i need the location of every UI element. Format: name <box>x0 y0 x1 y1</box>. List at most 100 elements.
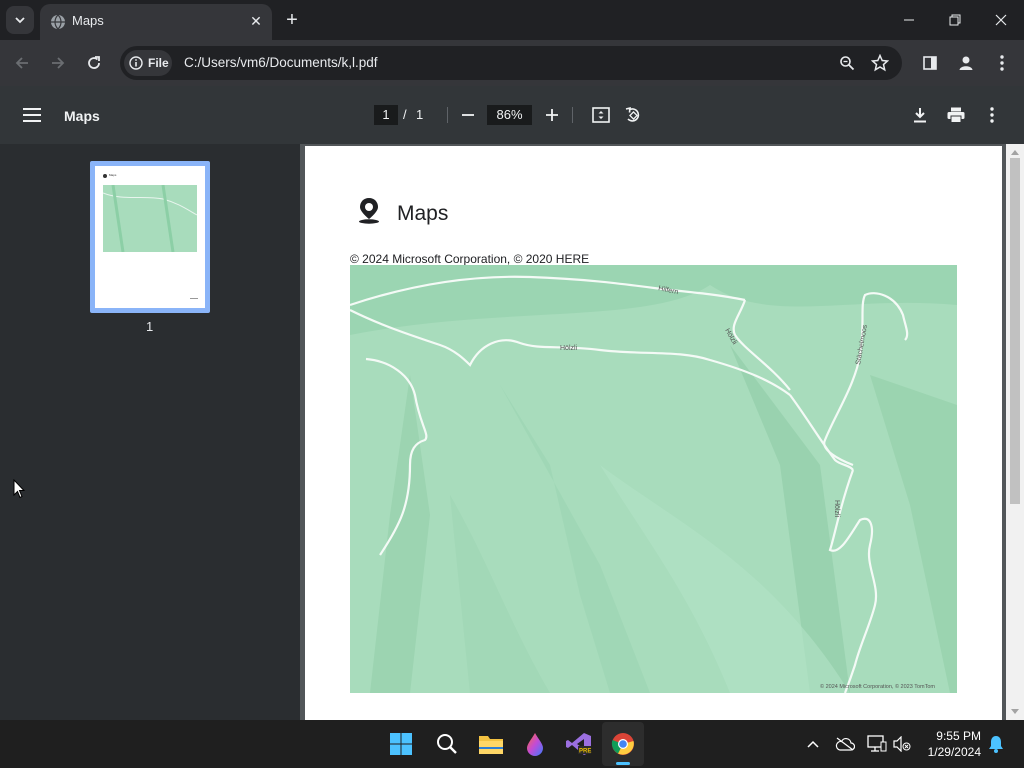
chrome-icon <box>611 733 634 755</box>
profile-button[interactable] <box>952 49 980 77</box>
map-image: Hilfern Hölzli Hölzli Stächelmoos Hölzli… <box>350 265 957 693</box>
chevron-down-icon <box>15 17 25 24</box>
new-tab-button[interactable]: + <box>278 6 306 34</box>
pdf-title: Maps <box>64 108 100 124</box>
thumbnail-footer-line <box>190 298 198 299</box>
plus-icon <box>546 109 558 121</box>
fit-page-button[interactable] <box>587 101 615 129</box>
volume-button[interactable] <box>888 730 916 758</box>
pdf-more-button[interactable] <box>978 101 1006 129</box>
download-icon <box>914 108 926 123</box>
tab-maps[interactable]: Maps ✕ <box>40 4 272 40</box>
page-number-input[interactable]: 1 <box>374 105 398 125</box>
folder-icon <box>479 736 503 754</box>
minus-icon <box>462 114 474 116</box>
tab-strip: Maps ✕ + <box>0 0 1024 40</box>
start-button[interactable] <box>387 730 415 758</box>
thumbnail-header: Maps <box>109 173 117 177</box>
more-vert-icon <box>990 107 994 123</box>
network-button[interactable] <box>863 730 891 758</box>
vertical-scrollbar[interactable] <box>1006 144 1024 720</box>
thumbnail-page: Maps <box>95 166 205 308</box>
active-app-indicator <box>616 762 630 765</box>
rotate-button[interactable] <box>619 101 647 129</box>
page-thumbnail[interactable]: Maps <box>90 161 210 313</box>
divider <box>572 107 573 123</box>
tab-title: Maps <box>72 13 104 28</box>
taskbar-search-button[interactable] <box>433 730 461 758</box>
sidebar-toggle-button[interactable] <box>18 101 46 129</box>
browser-menu-button[interactable] <box>988 49 1016 77</box>
visual-studio-button[interactable]: PRE <box>565 730 593 758</box>
zoom-out-button[interactable] <box>454 101 482 129</box>
zoom-in-button[interactable] <box>538 101 566 129</box>
reload-icon <box>88 56 100 69</box>
windows-logo-icon <box>390 733 412 755</box>
notifications-button[interactable] <box>982 730 1010 758</box>
divider <box>447 107 448 123</box>
print-button[interactable] <box>942 101 970 129</box>
print-icon <box>947 107 965 123</box>
bell-icon <box>989 736 1003 753</box>
rotate-icon <box>625 106 640 122</box>
reload-button[interactable] <box>80 49 108 77</box>
paint-drop-icon <box>527 733 543 756</box>
pdf-page: Maps © 2024 Microsoft Corporation, © 202… <box>305 146 1002 720</box>
scroll-up-icon[interactable] <box>1010 148 1020 156</box>
browser-toolbar: File C:/Users/vm6/Documents/k,l.pdf <box>0 40 1024 86</box>
more-vert-icon <box>1000 55 1004 71</box>
thumbnail-map <box>102 184 198 253</box>
paint-app-button[interactable] <box>521 730 549 758</box>
download-button[interactable] <box>906 101 934 129</box>
clock-date[interactable]: 1/29/2024 <box>916 745 981 759</box>
thumbnail-pin-icon <box>103 174 107 178</box>
thumbnail-sidebar: Maps 1 <box>0 144 300 720</box>
tab-search-button[interactable] <box>6 6 34 34</box>
star-icon <box>871 54 889 72</box>
zoom-indicator-button[interactable] <box>833 49 861 77</box>
restore-icon <box>949 14 961 26</box>
copyright-text: © 2024 Microsoft Corporation, © 2020 HER… <box>350 252 590 266</box>
show-hidden-icons-button[interactable] <box>799 730 827 758</box>
taskbar: PRE 9:55 PM 1/29/2024 <box>0 720 1024 768</box>
zoom-level-input[interactable]: 86% <box>487 105 532 125</box>
search-icon <box>437 734 457 754</box>
bookmark-button[interactable] <box>866 49 894 77</box>
profile-icon <box>959 56 973 70</box>
fit-to-page-icon <box>592 107 610 123</box>
close-icon <box>995 14 1007 26</box>
restore-button[interactable] <box>932 0 978 40</box>
minimize-icon <box>904 19 914 21</box>
cloud-offline-icon <box>835 737 855 751</box>
file-explorer-button[interactable] <box>477 730 505 758</box>
chrome-taskbar-button[interactable] <box>602 722 644 766</box>
minimize-button[interactable] <box>886 0 932 40</box>
address-bar[interactable]: File C:/Users/vm6/Documents/k,l.pdf <box>120 46 902 80</box>
url-text[interactable]: C:/Users/vm6/Documents/k,l.pdf <box>184 55 378 70</box>
close-window-button[interactable] <box>978 0 1024 40</box>
back-button[interactable] <box>8 49 36 77</box>
road-label: Hölzli <box>833 500 840 518</box>
page-separator: / <box>403 107 407 122</box>
map-attribution: © 2024 Microsoft Corporation, © 2023 Tom… <box>820 683 935 690</box>
road-label: Hölzli <box>560 345 578 352</box>
forward-button[interactable] <box>44 49 72 77</box>
svg-text:PRE: PRE <box>579 749 591 755</box>
side-panel-button[interactable] <box>916 49 944 77</box>
thumbnail-page-number: 1 <box>146 319 154 334</box>
visual-studio-icon: PRE <box>566 733 591 755</box>
tab-close-button[interactable]: ✕ <box>246 11 266 31</box>
document-viewer[interactable]: Maps © 2024 Microsoft Corporation, © 202… <box>300 144 1024 720</box>
arrow-left-icon <box>15 57 28 69</box>
menu-icon <box>23 108 41 122</box>
side-panel-icon <box>923 56 937 70</box>
site-info-chip[interactable]: File <box>124 50 172 76</box>
speaker-muted-icon <box>893 736 911 752</box>
pdf-toolbar: Maps 1 / 1 86% <box>0 86 1024 144</box>
clock-time[interactable]: 9:55 PM <box>916 729 981 743</box>
info-icon <box>129 56 143 70</box>
scrollbar-thumb[interactable] <box>1010 158 1020 504</box>
onedrive-button[interactable] <box>831 730 859 758</box>
scroll-down-icon[interactable] <box>1010 708 1020 716</box>
page-heading: Maps <box>397 202 449 225</box>
